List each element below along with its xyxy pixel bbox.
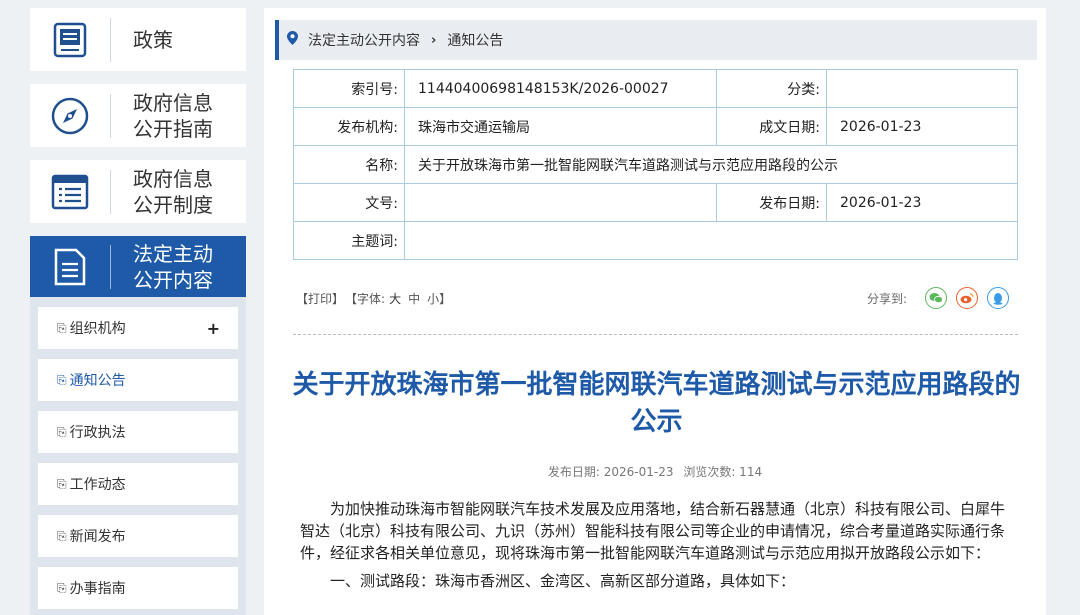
weibo-icon[interactable] (956, 287, 978, 309)
chevron-right-icon: › (431, 32, 437, 48)
submenu-label: 组织机构 (69, 321, 126, 337)
view-count: 浏览次数: 114 (683, 465, 763, 479)
meta-value (826, 69, 1018, 108)
category-system[interactable]: 政府信息 公开制度 (30, 160, 246, 223)
qq-icon[interactable] (987, 287, 1009, 309)
category-label: 政府信息 公开制度 (133, 166, 213, 217)
submenu-item-press[interactable]: ⎘ 新闻发布 (38, 515, 238, 557)
submenu-item-news[interactable]: ⎘ 工作动态 (38, 463, 238, 505)
meta-label: 主题词: (293, 221, 405, 260)
submenu-label: 新闻发布 (69, 529, 126, 545)
meta-label: 成文日期: (716, 107, 827, 146)
meta-value: 2026-01-23 (826, 107, 1018, 146)
meta-value: 2026-01-23 (826, 183, 1018, 222)
meta-value (404, 183, 717, 222)
location-pin-icon (287, 31, 298, 49)
meta-label: 发布日期: (716, 183, 827, 222)
meta-label: 索引号: (293, 69, 405, 108)
meta-label: 名称: (293, 145, 405, 184)
expand-icon[interactable]: + (207, 319, 220, 338)
submenu-item-service[interactable]: ⎘ 办事指南 (38, 567, 238, 609)
publish-date: 发布日期: 2026-01-23 (547, 465, 674, 479)
document-icon: ⎘ (57, 528, 67, 543)
document-icon: ⎘ (57, 580, 67, 595)
submenu: ⎘ 组织机构 + ⎘ 通知公告 ⎘ 行政执法 ⎘ 工作动态 ⎘ 新闻发布 ⎘ 办… (30, 297, 246, 615)
article-title: 关于开放珠海市第一批智能网联汽车道路测试与示范应用路段的公示 (292, 370, 1021, 437)
meta-value: 11440400698148153K/2026-00027 (404, 69, 717, 108)
document-icon: ⎘ (57, 372, 67, 387)
divider (293, 334, 1018, 335)
category-mandatory[interactable]: 法定主动 公开内容 (30, 236, 246, 297)
sidebar: 政策 政府信息 公开指南 政府信息 公开制度 法定主动 公开内容 ⎘ 组织机构 … (30, 8, 246, 615)
main-content: 法定主动公开内容 › 通知公告 索引号: 11440400698148153K/… (264, 8, 1046, 615)
meta-value: 珠海市交通运输局 (404, 107, 717, 146)
category-label: 法定主动 公开内容 (133, 241, 213, 292)
share-label: 分享到: (866, 291, 907, 306)
submenu-item-org[interactable]: ⎘ 组织机构 + (38, 307, 238, 349)
meta-label: 发布机构: (293, 107, 405, 146)
font-medium-button[interactable]: 中 (408, 292, 420, 306)
category-label: 政策 (133, 27, 173, 52)
submenu-label: 通知公告 (69, 373, 126, 389)
metadata-table: 索引号: 11440400698148153K/2026-00027 分类: 发… (293, 69, 1018, 260)
document-icon (30, 247, 110, 287)
article-tools: 【打印】 【字体: 大中小】 (296, 290, 458, 307)
meta-label: 分类: (716, 69, 827, 108)
breadcrumb: 法定主动公开内容 › 通知公告 (275, 20, 1037, 60)
meta-value: 关于开放珠海市第一批智能网联汽车道路测试与示范应用路段的公示 (404, 145, 1018, 184)
article-info: 发布日期: 2026-01-23 浏览次数: 114 (264, 463, 1046, 480)
category-guide[interactable]: 政府信息 公开指南 (30, 84, 246, 147)
submenu-label: 办事指南 (69, 581, 126, 597)
print-button[interactable]: 【打印】 (296, 292, 344, 306)
category-policy[interactable]: 政策 (30, 8, 246, 71)
breadcrumb-current[interactable]: 通知公告 (447, 30, 503, 50)
font-small-button[interactable]: 小】 (427, 292, 451, 306)
font-size-label: 【字体: (351, 292, 386, 306)
meta-label: 文号: (293, 183, 405, 222)
breadcrumb-link[interactable]: 法定主动公开内容 (308, 30, 420, 50)
category-label: 政府信息 公开指南 (133, 90, 213, 141)
font-large-button[interactable]: 大 (389, 292, 401, 306)
article-paragraph: 为加快推动珠海市智能网联汽车技术发展及应用落地，结合新石器慧通（北京）科技有限公… (300, 500, 1006, 562)
document-icon: ⎘ (57, 424, 67, 439)
submenu-label: 工作动态 (69, 477, 126, 493)
submenu-item-notice[interactable]: ⎘ 通知公告 (38, 359, 238, 401)
article-body: 为加快推动珠海市智能网联汽车技术发展及应用落地，结合新石器慧通（北京）科技有限公… (300, 498, 1011, 598)
book-icon (30, 21, 110, 59)
share-bar: 分享到: (867, 287, 1009, 309)
document-icon: ⎘ (57, 320, 67, 335)
meta-value (404, 221, 1018, 260)
submenu-item-enforcement[interactable]: ⎘ 行政执法 (38, 411, 238, 453)
article-paragraph: 一、测试路段：珠海市香洲区、金湾区、高新区部分道路，具体如下： (330, 572, 796, 590)
wechat-icon[interactable] (925, 287, 947, 309)
submenu-label: 行政执法 (69, 425, 126, 441)
document-icon: ⎘ (57, 476, 67, 491)
list-icon (30, 172, 110, 212)
compass-icon (30, 96, 110, 136)
